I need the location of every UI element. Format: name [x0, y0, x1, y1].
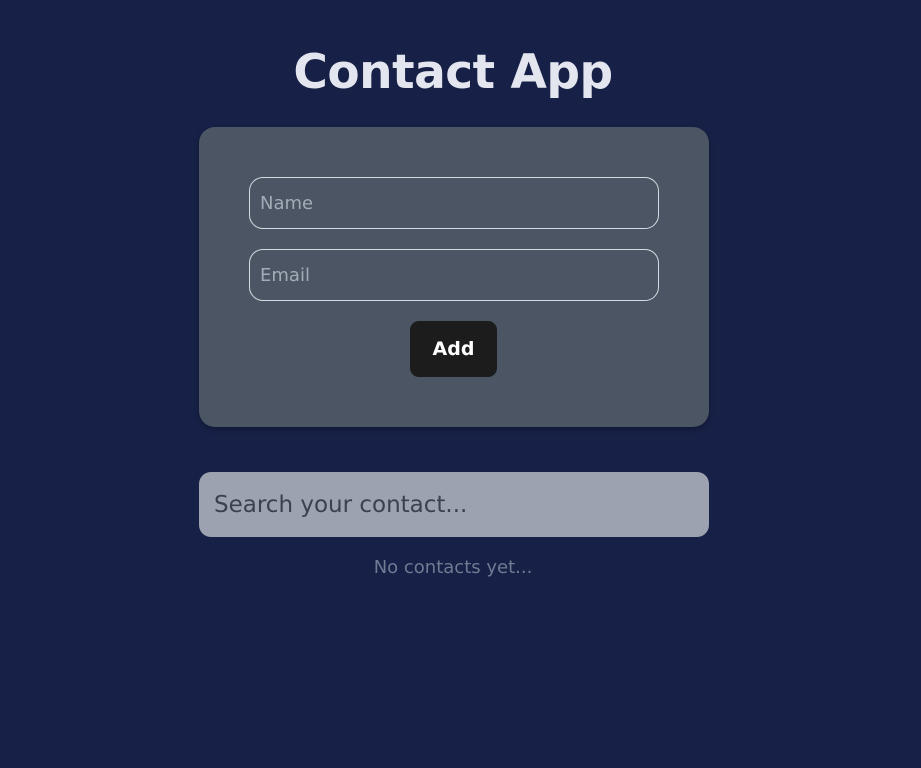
add-button[interactable]: Add	[410, 321, 497, 377]
email-input[interactable]	[249, 249, 659, 301]
search-input[interactable]	[199, 472, 709, 537]
name-input[interactable]	[249, 177, 659, 229]
page-title: Contact App	[293, 45, 613, 100]
empty-state-message: No contacts yet...	[373, 557, 533, 578]
add-contact-card: Add	[199, 127, 709, 427]
contact-app-page: Contact App Add No contacts yet...	[0, 0, 921, 768]
